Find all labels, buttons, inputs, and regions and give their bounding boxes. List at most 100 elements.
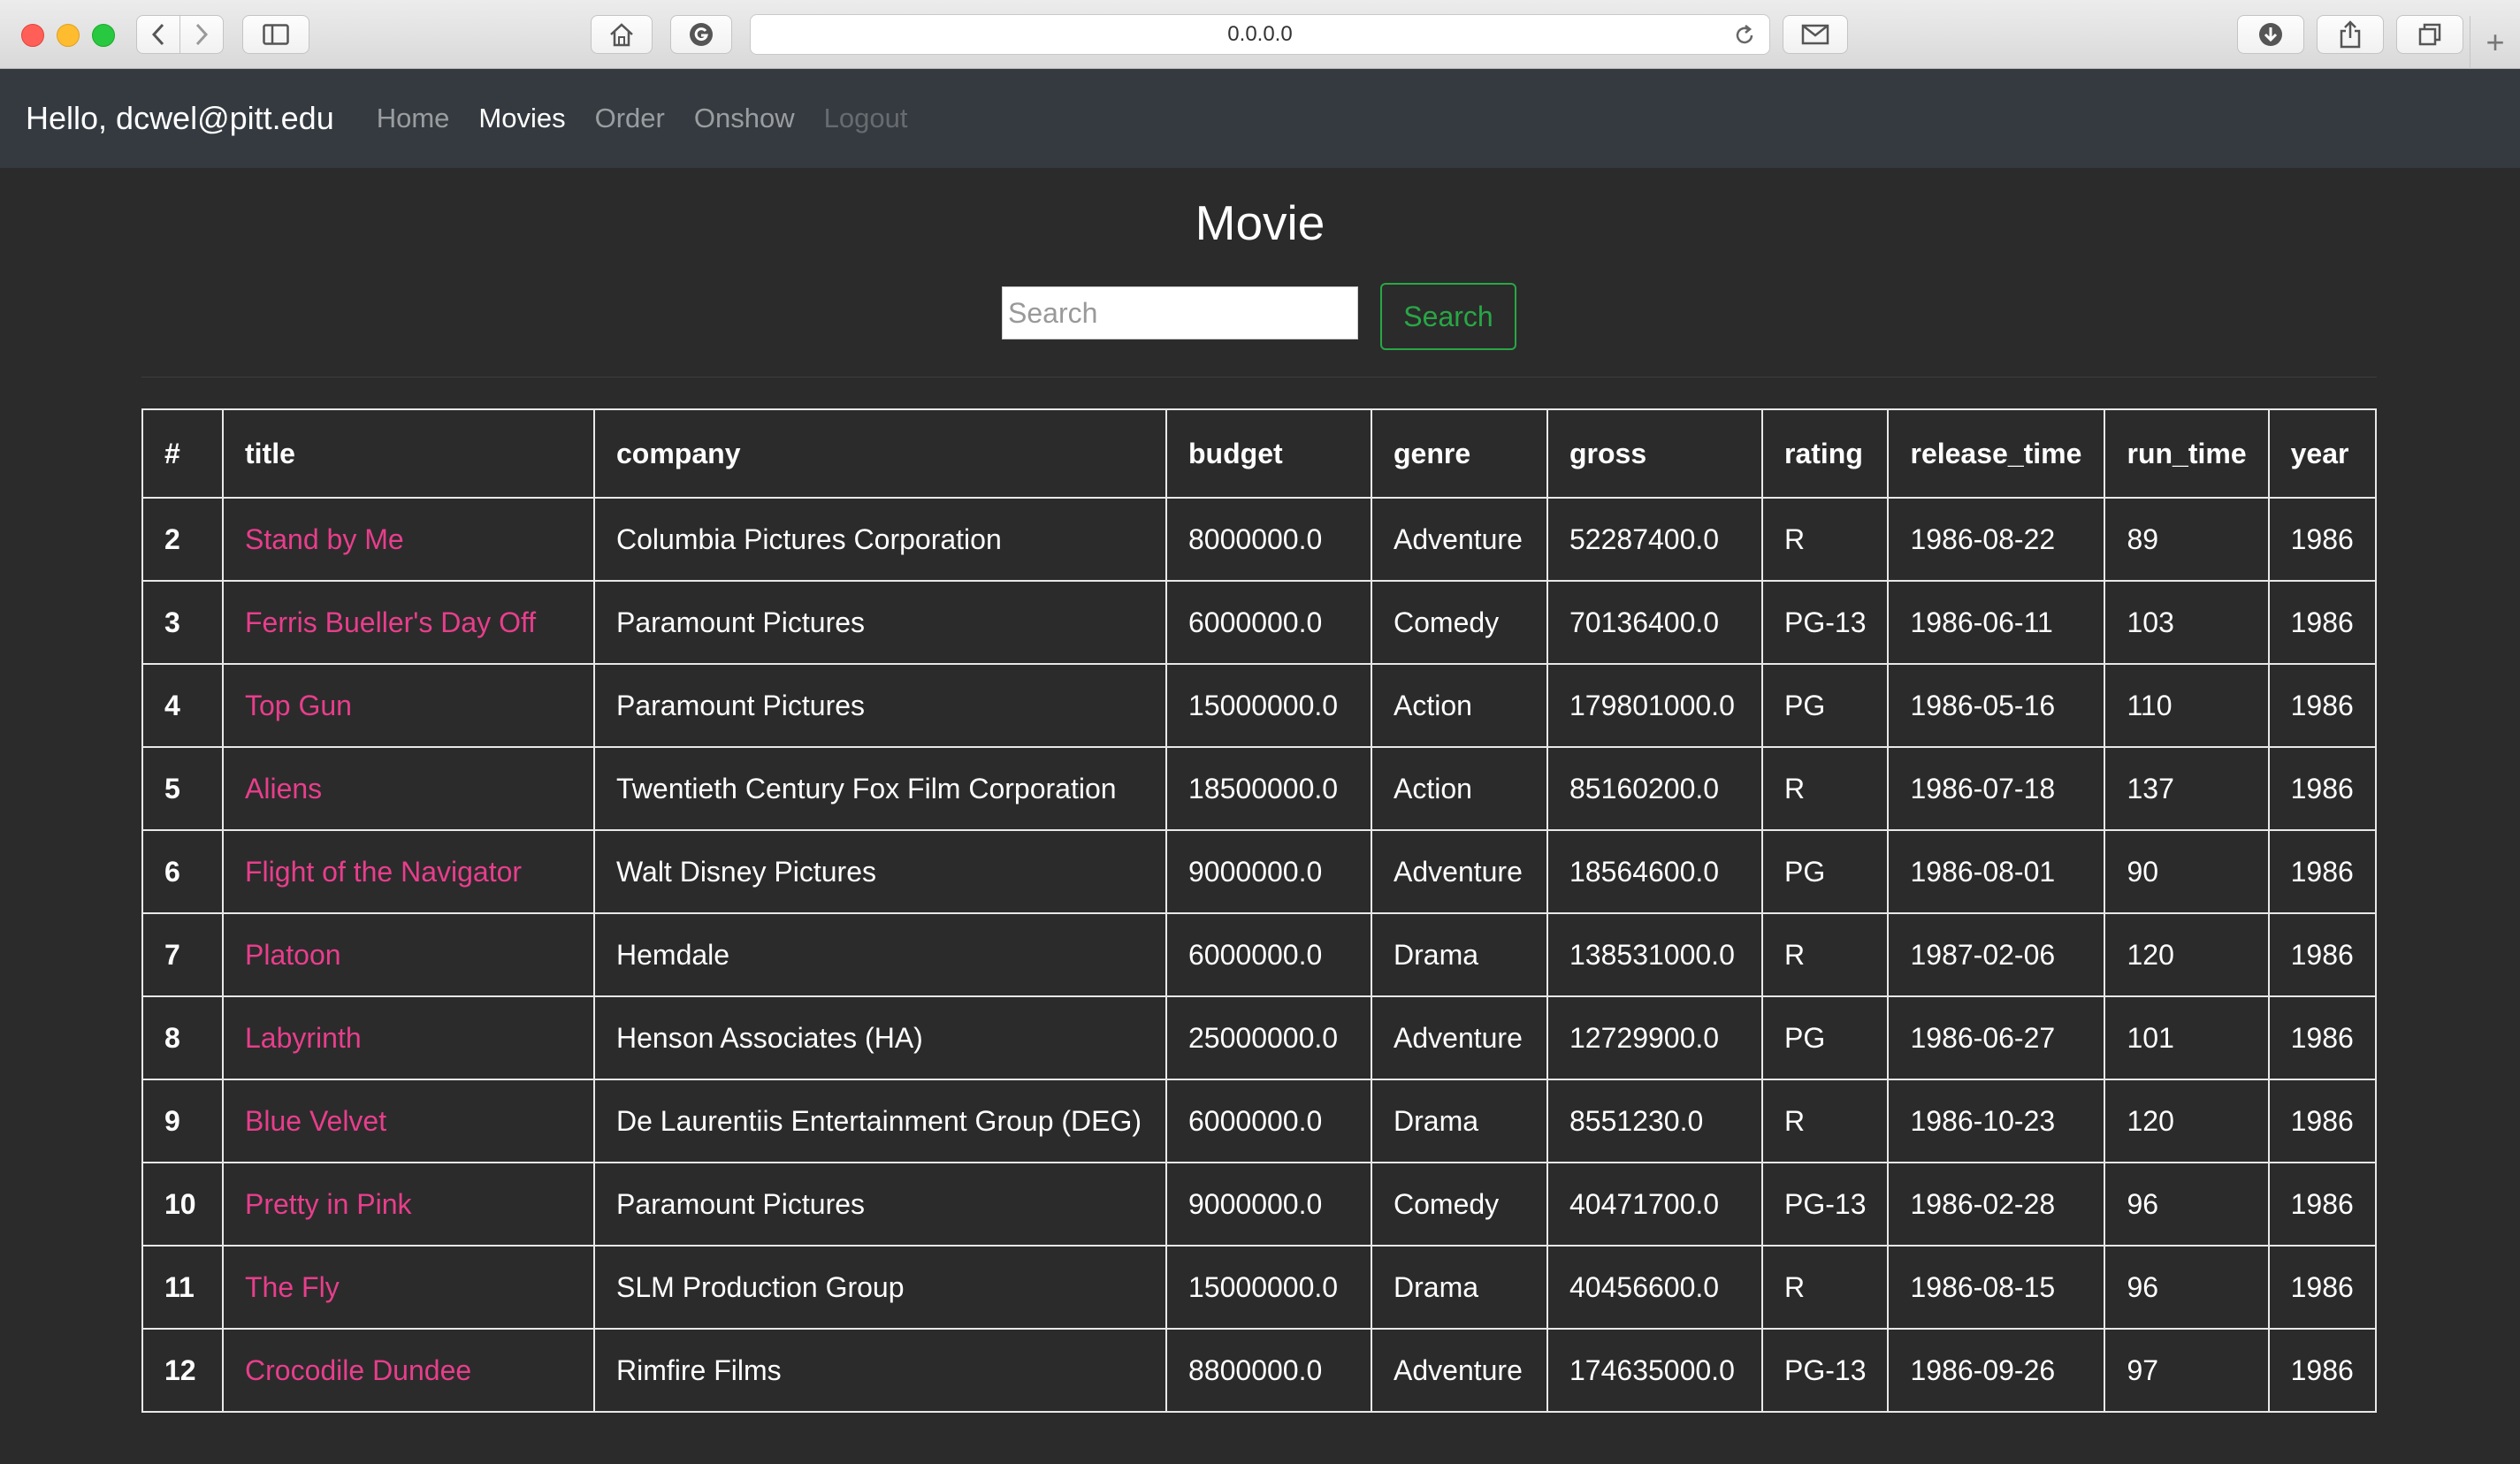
- cell-year: 1986: [2267, 663, 2378, 748]
- movie-title-link[interactable]: Flight of the Navigator: [245, 856, 522, 888]
- cell-number: 8: [141, 995, 224, 1080]
- cell-company: Hemdale: [593, 912, 1167, 997]
- cell-genre: Adventure: [1371, 829, 1548, 914]
- cell-release-time: 1986-10-23: [1887, 1079, 2106, 1163]
- cell-genre: Adventure: [1371, 497, 1548, 582]
- cell-run-time: 110: [2104, 663, 2270, 748]
- cell-release-time: 1986-02-28: [1887, 1162, 2106, 1247]
- cell-release-time: 1986-06-11: [1887, 580, 2106, 665]
- movie-title-link[interactable]: The Fly: [245, 1271, 340, 1303]
- movie-title-link[interactable]: Platoon: [245, 939, 341, 971]
- user-greeting[interactable]: Hello, dcwel@pitt.edu: [26, 100, 334, 137]
- cell-genre: Drama: [1371, 1245, 1548, 1330]
- tabs-overview-button[interactable]: [2396, 15, 2463, 54]
- cell-budget: 15000000.0: [1165, 1245, 1372, 1330]
- address-bar[interactable]: 0.0.0.0: [750, 14, 1770, 55]
- close-window-button[interactable]: [21, 24, 44, 47]
- cell-release-time: 1986-08-15: [1887, 1245, 2106, 1330]
- nav-order[interactable]: Order: [595, 103, 665, 134]
- cell-rating: R: [1760, 1245, 1890, 1330]
- movies-table: # title company budget genre gross ratin…: [141, 408, 2378, 1413]
- movie-title-link[interactable]: Blue Velvet: [245, 1105, 386, 1137]
- back-button[interactable]: [136, 15, 180, 54]
- cell-title: The Fly: [222, 1245, 595, 1330]
- cell-title: Pretty in Pink: [222, 1162, 595, 1247]
- cell-number: 6: [141, 829, 224, 914]
- cell-title: Ferris Bueller's Day Off: [222, 580, 595, 665]
- movie-title-link[interactable]: Aliens: [245, 773, 322, 804]
- movie-title-link[interactable]: Top Gun: [245, 690, 352, 721]
- mail-button[interactable]: [1783, 15, 1848, 54]
- cell-release-time: 1986-09-26: [1887, 1328, 2106, 1413]
- cell-number: 3: [141, 580, 224, 665]
- downloads-button[interactable]: [2237, 15, 2304, 54]
- cell-run-time: 89: [2104, 497, 2270, 582]
- cell-title: Blue Velvet: [222, 1079, 595, 1163]
- cell-number: 12: [141, 1328, 224, 1413]
- cell-year: 1986: [2267, 746, 2378, 831]
- movie-title-link[interactable]: Pretty in Pink: [245, 1188, 412, 1220]
- cell-title: Flight of the Navigator: [222, 829, 595, 914]
- nav-home[interactable]: Home: [377, 103, 450, 134]
- cell-company: Paramount Pictures: [593, 580, 1167, 665]
- table-row: 7 Platoon Hemdale 6000000.0 Drama 138531000.0…: [141, 912, 2378, 997]
- movie-title-link[interactable]: Labyrinth: [245, 1022, 362, 1054]
- cell-year: 1986: [2267, 995, 2378, 1080]
- cell-run-time: 96: [2104, 1162, 2270, 1247]
- share-button[interactable]: [2317, 15, 2384, 54]
- cell-company: Columbia Pictures Corporation: [593, 497, 1167, 582]
- grammarly-extension-button[interactable]: [670, 15, 732, 54]
- cell-gross: 40456600.0: [1546, 1245, 1763, 1330]
- cell-budget: 6000000.0: [1165, 1079, 1372, 1163]
- cell-year: 1986: [2267, 912, 2378, 997]
- cell-run-time: 137: [2104, 746, 2270, 831]
- page-title: Movie: [1195, 195, 1325, 250]
- table-row: 3 Ferris Bueller's Day Off Paramount Pictu…: [141, 580, 2378, 665]
- nav-logout[interactable]: Logout: [824, 103, 908, 134]
- search-input[interactable]: [1002, 286, 1358, 339]
- cell-run-time: 97: [2104, 1328, 2270, 1413]
- cell-budget: 18500000.0: [1165, 746, 1372, 831]
- new-tab-button[interactable]: +: [2470, 16, 2520, 69]
- column-header-genre: genre: [1371, 408, 1548, 499]
- tabs-icon: [2418, 23, 2441, 46]
- home-button[interactable]: [591, 15, 653, 54]
- cell-rating: PG-13: [1760, 1162, 1890, 1247]
- chevron-left-icon: [151, 23, 164, 46]
- zoom-window-button[interactable]: [92, 24, 115, 47]
- url-text: 0.0.0.0: [1227, 22, 1293, 46]
- cell-release-time: 1986-05-16: [1887, 663, 2106, 748]
- cell-title: Stand by Me: [222, 497, 595, 582]
- minimize-window-button[interactable]: [57, 24, 80, 47]
- search-button[interactable]: Search: [1380, 283, 1516, 350]
- chevron-right-icon: [195, 23, 209, 46]
- table-row: 12 Crocodile Dundee Rimfire Films 8800000.0…: [141, 1328, 2378, 1413]
- cell-release-time: 1986-07-18: [1887, 746, 2106, 831]
- cell-genre: Action: [1371, 746, 1548, 831]
- forward-button[interactable]: [179, 15, 224, 54]
- column-header-gross: gross: [1546, 408, 1763, 499]
- reload-icon[interactable]: [1732, 23, 1757, 48]
- cell-number: 4: [141, 663, 224, 748]
- movie-title-link[interactable]: Crocodile Dundee: [245, 1354, 471, 1386]
- column-header-company: company: [593, 408, 1167, 499]
- nav-onshow[interactable]: Onshow: [694, 103, 795, 134]
- movie-title-link[interactable]: Ferris Bueller's Day Off: [245, 606, 536, 638]
- cell-run-time: 96: [2104, 1245, 2270, 1330]
- sidebar-toggle-button[interactable]: [242, 15, 309, 54]
- cell-year: 1986: [2267, 1162, 2378, 1247]
- cell-run-time: 103: [2104, 580, 2270, 665]
- cell-rating: PG-13: [1760, 1328, 1890, 1413]
- cell-number: 11: [141, 1245, 224, 1330]
- cell-gross: 52287400.0: [1546, 497, 1763, 582]
- cell-year: 1986: [2267, 580, 2378, 665]
- cell-company: Paramount Pictures: [593, 1162, 1167, 1247]
- cell-title: Aliens: [222, 746, 595, 831]
- cell-gross: 70136400.0: [1546, 580, 1763, 665]
- sidebar-icon: [263, 24, 289, 45]
- table-row: 4 Top Gun Paramount Pictures 15000000.0 Acti…: [141, 663, 2378, 748]
- nav-movies[interactable]: Movies: [478, 103, 565, 134]
- cell-gross: 18564600.0: [1546, 829, 1763, 914]
- cell-rating: PG: [1760, 995, 1890, 1080]
- movie-title-link[interactable]: Stand by Me: [245, 523, 404, 555]
